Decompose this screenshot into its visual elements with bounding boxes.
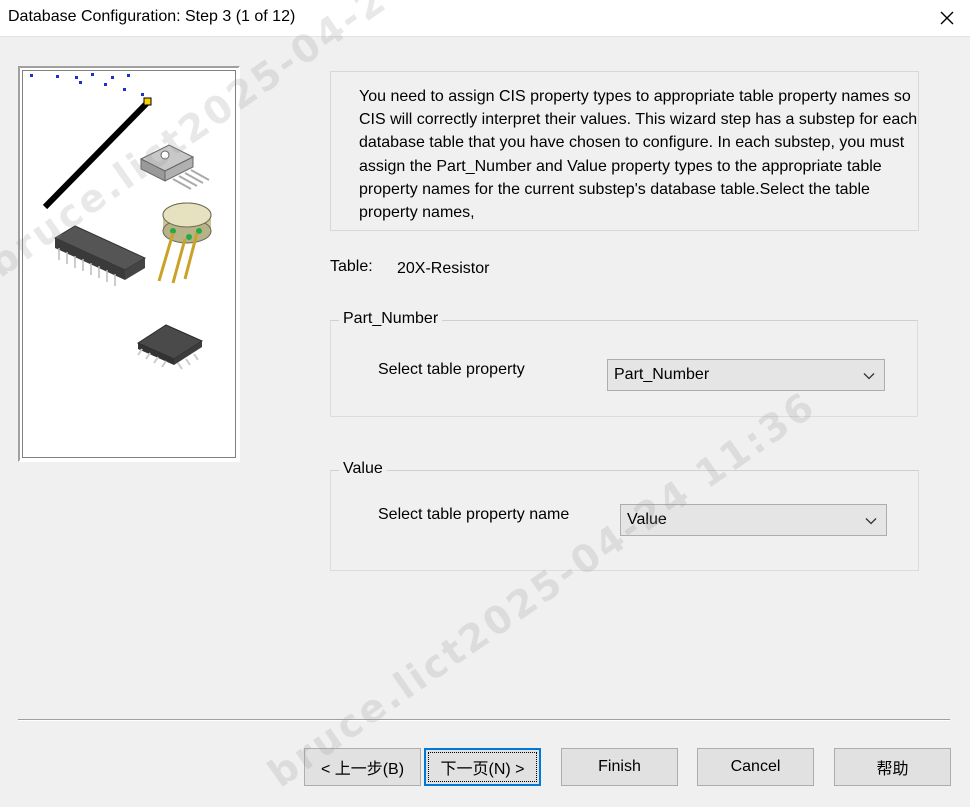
focus-rectangle (428, 752, 537, 782)
cancel-button[interactable]: Cancel (697, 748, 814, 786)
help-button[interactable]: 帮助 (834, 748, 951, 786)
help-button-label: 帮助 (876, 761, 909, 778)
watermark-text-2: bruce.lict2025-04-24 11:36 (260, 382, 825, 797)
part-number-group-legend: Part_Number (339, 310, 443, 328)
description-text: You need to assign CIS property types to… (359, 88, 918, 222)
value-field-label: Select table property name (378, 506, 570, 523)
part-number-select-value: Part_Number (614, 366, 710, 383)
window-title: Database Configuration: Step 3 (1 of 12) (8, 8, 296, 25)
value-group: Value Select table property name Value (330, 460, 919, 571)
finish-button[interactable]: Finish (561, 748, 678, 786)
button-separator (18, 719, 950, 721)
chevron-down-icon (863, 373, 875, 380)
value-select-value: Value (627, 511, 667, 528)
close-button[interactable] (924, 0, 970, 36)
cancel-button-label: Cancel (730, 758, 781, 775)
part-number-select[interactable]: Part_Number (607, 359, 885, 391)
back-button[interactable]: < 上一步(B) (304, 748, 421, 786)
part-number-field-label: Select table property (378, 361, 525, 378)
finish-button-label: Finish (598, 758, 641, 775)
next-button[interactable]: 下一页(N) > (424, 748, 541, 786)
wizard-illustration (18, 66, 240, 462)
description-box[interactable]: You need to assign CIS property types to… (330, 71, 919, 231)
value-select[interactable]: Value (620, 504, 887, 536)
close-icon (940, 11, 954, 25)
table-label: Table: (330, 258, 373, 275)
chevron-down-icon (865, 518, 877, 525)
title-bar: Database Configuration: Step 3 (1 of 12) (0, 0, 970, 37)
value-group-legend: Value (339, 460, 387, 478)
part-number-group: Part_Number Select table property Part_N… (330, 310, 918, 417)
electronic-components-image (30, 73, 212, 370)
back-button-label: < 上一步(B) (320, 761, 405, 778)
table-name: 20X-Resistor (397, 260, 490, 277)
